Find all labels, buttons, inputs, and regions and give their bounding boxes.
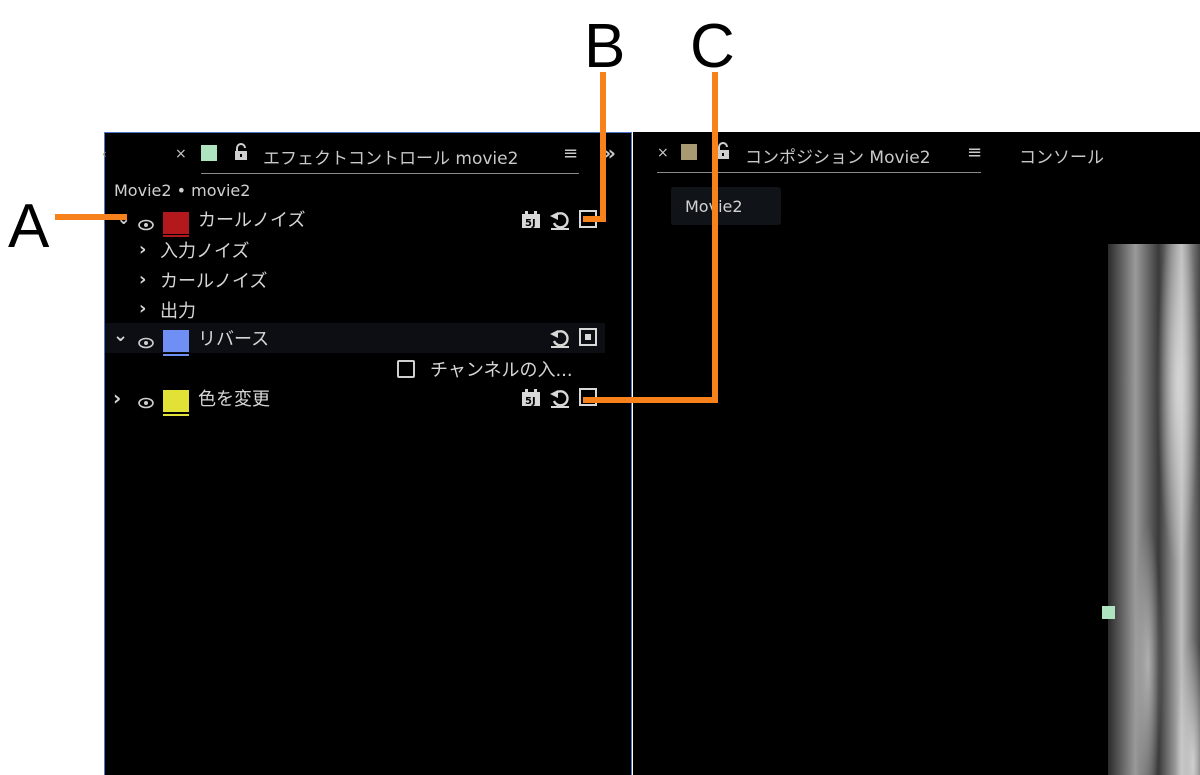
twirl-chevron-right-icon[interactable]: › — [113, 386, 121, 410]
param-curl-noise[interactable]: カールノイズ — [160, 267, 267, 293]
callout-a-line — [55, 214, 127, 220]
comp-tab-menu-icon[interactable]: ≡ — [967, 142, 982, 163]
callout-c-line-horizontal — [583, 397, 718, 403]
param-expand-chevron-icon[interactable]: › — [139, 269, 146, 290]
keyframe-calendar-icon[interactable]: 5J — [521, 389, 541, 407]
effect-tab-color-swatch — [201, 145, 217, 161]
mask-box-filled-icon[interactable] — [579, 328, 597, 346]
composition-viewer-image[interactable] — [1108, 244, 1200, 775]
effect-name-change-color[interactable]: 色を変更 — [198, 385, 270, 411]
param-input-noise[interactable]: 入力ノイズ — [160, 237, 249, 263]
effect-tab-close-icon[interactable]: × — [175, 146, 187, 162]
svg-text:5J: 5J — [525, 218, 536, 229]
callout-c: C — [690, 12, 735, 81]
callout-b-line-vertical — [600, 72, 606, 222]
param-expand-chevron-icon[interactable]: › — [139, 239, 146, 260]
callout-c-line-vertical — [712, 72, 718, 403]
fx-visibility-eye-icon[interactable] — [138, 219, 154, 231]
channel-checkbox[interactable] — [397, 360, 415, 378]
comp-tab-close-icon[interactable]: × — [657, 145, 669, 161]
callout-b-line-horizontal — [583, 216, 606, 222]
param-expand-chevron-icon[interactable]: › — [139, 298, 146, 319]
reset-icon[interactable] — [549, 209, 571, 231]
comp-tab-underline — [657, 172, 981, 173]
label-color-swatch[interactable] — [163, 330, 189, 352]
label-color-swatch[interactable] — [163, 390, 189, 412]
effect-tab-underline — [201, 173, 579, 174]
effect-tab-menu-icon[interactable]: ≡ — [563, 143, 578, 164]
breadcrumb: Movie2 • movie2 — [114, 181, 251, 200]
callout-b: B — [584, 12, 626, 81]
effect-name-curl-noise[interactable]: カールノイズ — [198, 206, 305, 232]
comp-tab-color-swatch — [681, 144, 697, 160]
panel-scroll-left-icon[interactable]: ‹ — [102, 147, 107, 161]
reset-icon[interactable] — [549, 327, 571, 349]
callout-a: A — [8, 192, 50, 261]
effect-controls-panel: ‹ × エフェクトコントロール movie2 ≡ » Movie2 • movi… — [102, 132, 632, 775]
viewer-anchor-handle[interactable] — [1102, 606, 1115, 619]
label-color-underline — [163, 414, 189, 416]
effect-tab-lock-icon[interactable] — [233, 143, 249, 165]
label-color-swatch[interactable] — [163, 212, 189, 234]
twirl-chevron-down-icon[interactable]: ⌄ — [113, 325, 128, 346]
keyframe-calendar-icon[interactable]: 5J — [521, 211, 541, 229]
comp-tab-title[interactable]: コンポジション Movie2 — [745, 143, 931, 168]
effect-tab-title[interactable]: エフェクトコントロール movie2 — [263, 144, 518, 169]
channel-option-label: チャンネルの入... — [430, 360, 573, 381]
effect-name-reverse[interactable]: リバース — [198, 325, 269, 351]
fx-visibility-eye-icon[interactable] — [138, 397, 154, 409]
console-tab[interactable]: コンソール — [1019, 143, 1104, 168]
svg-text:5J: 5J — [525, 396, 536, 407]
label-color-underline — [163, 354, 189, 356]
reset-icon[interactable] — [549, 387, 571, 409]
fx-visibility-eye-icon[interactable] — [138, 337, 154, 349]
param-output[interactable]: 出力 — [160, 297, 196, 323]
